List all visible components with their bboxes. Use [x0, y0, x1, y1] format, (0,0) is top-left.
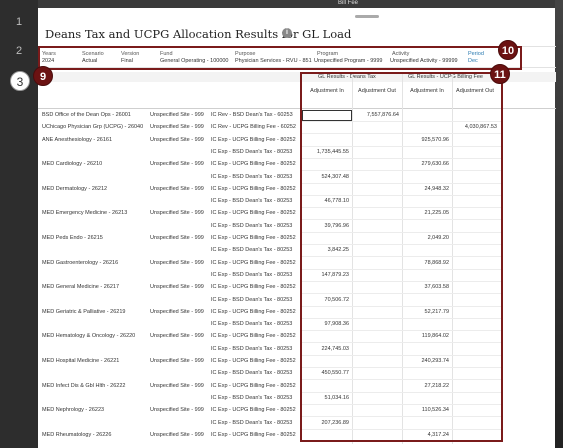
row-account-label: IC Exp - UCPG Billing Fee - 80252 — [211, 358, 296, 364]
row-account-label: IC Exp - UCPG Billing Fee - 80252 — [211, 333, 296, 339]
top-strip: Bill Fee — [38, 0, 563, 8]
row-site-label: Unspecified Site - 999 — [150, 235, 204, 241]
row-entity-label: UChicago Physician Grp (UCPG) - 26040 — [42, 124, 144, 130]
row-entity-label: MED Hematology & Oncology - 26220 — [42, 333, 136, 339]
row-entity-label: MED Dermatology - 26212 — [42, 186, 108, 192]
row-account-label: IC Exp - UCPG Billing Fee - 80252 — [211, 383, 296, 389]
step-sidebar — [0, 0, 38, 448]
row-entity-label: BSD Office of the Dean Ops - 26001 — [42, 112, 131, 118]
row-account-label: IC Exp - UCPG Billing Fee - 80252 — [211, 210, 296, 216]
row-account-label: IC Exp - BSD Dean's Tax - 80253 — [211, 223, 293, 229]
row-site-label: Unspecified Site - 999 — [150, 186, 204, 192]
step-3-active[interactable]: 3 — [10, 71, 30, 91]
row-account-label: IC Exp - BSD Dean's Tax - 80253 — [211, 420, 293, 426]
callout-highlight-results — [300, 72, 503, 442]
step-2[interactable]: 2 — [0, 45, 38, 57]
row-entity-label: MED Nephrology - 26223 — [42, 407, 105, 413]
top-strip-label: Bill Fee — [338, 0, 359, 6]
row-account-label: IC Rev - UCPG Billing Fee - 60252 — [211, 124, 296, 130]
row-entity-label: MED General Medicine - 26217 — [42, 284, 120, 290]
row-account-label: IC Exp - UCPG Billing Fee - 80252 — [211, 235, 296, 241]
row-entity-label: MED Hospital Medicine - 26221 — [42, 358, 120, 364]
row-account-label: IC Exp - BSD Dean's Tax - 80253 — [211, 198, 293, 204]
row-site-label: Unspecified Site - 999 — [150, 124, 204, 130]
row-account-label: IC Exp - BSD Dean's Tax - 80253 — [211, 149, 293, 155]
row-site-label: Unspecified Site - 999 — [150, 260, 204, 266]
row-account-label: IC Rev - BSD Dean's Tax - 60253 — [211, 112, 293, 118]
row-entity-label: MED Geriatric & Palliative - 26219 — [42, 309, 126, 315]
callout-marker-9: 9 — [33, 66, 53, 86]
row-site-label: Unspecified Site - 999 — [150, 432, 204, 438]
step-1[interactable]: 1 — [0, 16, 38, 28]
row-account-label: IC Exp - BSD Dean's Tax - 80253 — [211, 321, 293, 327]
row-site-label: Unspecified Site - 999 — [150, 137, 204, 143]
window-edge — [555, 0, 563, 448]
info-icon[interactable]: i — [282, 28, 292, 38]
row-site-label: Unspecified Site - 999 — [150, 407, 204, 413]
row-entity-label: MED Infect Dis & Gbl Hlth - 26222 — [42, 383, 126, 389]
row-account-label: IC Exp - BSD Dean's Tax - 80253 — [211, 247, 293, 253]
row-entity-label: MED Rheumatology - 26226 — [42, 432, 112, 438]
row-site-label: Unspecified Site - 999 — [150, 383, 204, 389]
callout-marker-10: 10 — [498, 40, 518, 60]
row-site-label: Unspecified Site - 999 — [150, 309, 204, 315]
row-account-label: IC Exp - BSD Dean's Tax - 80253 — [211, 174, 293, 180]
row-account-label: IC Exp - BSD Dean's Tax - 80253 — [211, 395, 293, 401]
row-site-label: Unspecified Site - 999 — [150, 112, 204, 118]
row-entity-label: MED Cardiology - 26210 — [42, 161, 103, 167]
row-account-label: IC Exp - BSD Dean's Tax - 80253 — [211, 370, 293, 376]
row-account-label: IC Exp - UCPG Billing Fee - 80252 — [211, 407, 296, 413]
row-account-label: IC Exp - BSD Dean's Tax - 80253 — [211, 272, 293, 278]
callout-marker-11: 11 — [490, 64, 510, 84]
row-account-label: IC Exp - UCPG Billing Fee - 80252 — [211, 260, 296, 266]
row-account-label: IC Exp - UCPG Billing Fee - 80252 — [211, 432, 296, 438]
page-title: Deans Tax and UCPG Allocation Results fo… — [45, 27, 352, 41]
row-entity-label: MED Gastroenterology - 26216 — [42, 260, 119, 266]
row-site-label: Unspecified Site - 999 — [150, 210, 204, 216]
row-account-label: IC Exp - BSD Dean's Tax - 80253 — [211, 346, 293, 352]
row-account-label: IC Exp - UCPG Billing Fee - 80252 — [211, 186, 296, 192]
row-entity-label: MED Peds Endo - 26215 — [42, 235, 103, 241]
row-site-label: Unspecified Site - 999 — [150, 161, 204, 167]
row-site-label: Unspecified Site - 999 — [150, 284, 204, 290]
row-account-label: IC Exp - UCPG Billing Fee - 80252 — [211, 137, 296, 143]
row-site-label: Unspecified Site - 999 — [150, 333, 204, 339]
row-account-label: IC Exp - BSD Dean's Tax - 80253 — [211, 297, 293, 303]
row-entity-label: ANE Anesthesiology - 26161 — [42, 137, 113, 143]
row-account-label: IC Exp - UCPG Billing Fee - 80252 — [211, 161, 296, 167]
drag-handle[interactable] — [355, 15, 379, 18]
row-account-label: IC Exp - UCPG Billing Fee - 80252 — [211, 309, 296, 315]
row-entity-label: MED Emergency Medicine - 26213 — [42, 210, 128, 216]
row-site-label: Unspecified Site - 999 — [150, 358, 204, 364]
callout-highlight-pov — [38, 46, 522, 70]
row-account-label: IC Exp - UCPG Billing Fee - 80252 — [211, 284, 296, 290]
